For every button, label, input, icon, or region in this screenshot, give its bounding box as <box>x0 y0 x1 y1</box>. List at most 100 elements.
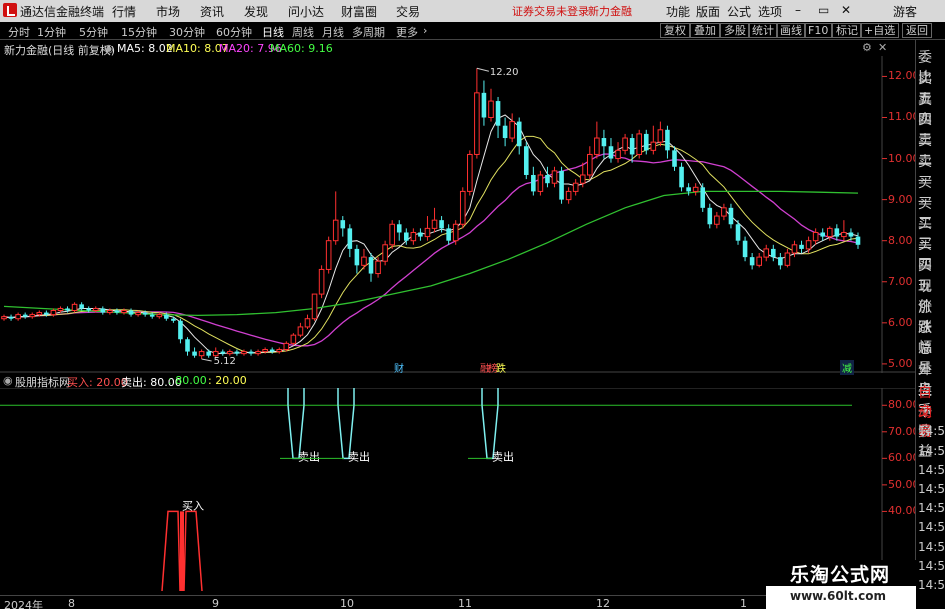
back-button[interactable]: 返回 <box>902 23 932 38</box>
candle <box>841 220 847 241</box>
watermark-url: www.60lt.com <box>790 589 887 603</box>
date-year: 2024年 <box>4 599 43 609</box>
draw-line-button[interactable]: 画线 <box>776 23 806 38</box>
period-daily[interactable]: 日线 <box>262 24 284 40</box>
candlestick-chart[interactable]: 12.20 5.12 <box>0 56 915 373</box>
mark-button[interactable]: 标记 <box>832 23 862 38</box>
maximize-icon[interactable]: ▭ <box>818 3 829 17</box>
candle <box>178 318 183 344</box>
candle <box>8 314 14 321</box>
candle <box>551 166 558 188</box>
guest-button[interactable]: 游客 <box>893 3 917 20</box>
period-30min[interactable]: 30分钟 <box>169 24 205 40</box>
candle <box>572 179 579 196</box>
candle <box>368 253 374 282</box>
candle <box>276 347 283 354</box>
chevron-right-icon[interactable]: › <box>423 24 427 37</box>
overlay-button[interactable]: 叠加 <box>690 23 720 38</box>
menu-market[interactable]: 市场 <box>156 3 180 20</box>
candle <box>714 211 720 229</box>
sell-signal: 卖出 <box>481 388 514 463</box>
menu-market-quotes[interactable]: 行情 <box>112 3 136 20</box>
candle <box>255 349 261 356</box>
candle <box>446 224 451 245</box>
period-5min[interactable]: 5分钟 <box>79 24 108 40</box>
f10-button[interactable]: F10 <box>804 23 833 38</box>
indicator-v2-value: : 20.00 <box>208 374 247 387</box>
candle <box>22 312 28 319</box>
candle <box>608 138 614 163</box>
candle <box>509 113 515 143</box>
candle <box>495 96 501 139</box>
gear-icon[interactable]: ⚙ <box>862 41 872 54</box>
quote-panel-item[interactable]: 14:56 <box>918 556 945 576</box>
candle <box>452 220 459 245</box>
candle <box>220 349 226 356</box>
login-warning[interactable]: 证券交易未登录 <box>512 3 589 19</box>
quote-panel-item[interactable]: 14:56 <box>918 460 945 480</box>
candle <box>227 349 233 356</box>
period-weekly[interactable]: 周线 <box>292 24 314 40</box>
high-label: 12.20 <box>490 67 519 78</box>
period-monthly[interactable]: 月线 <box>322 24 344 40</box>
candle <box>206 349 211 358</box>
date-nov: 11 <box>458 597 472 609</box>
candle <box>742 236 748 262</box>
candle <box>771 244 776 262</box>
candle <box>636 129 643 159</box>
quote-panel-item[interactable]: 14:56 <box>918 517 945 537</box>
quote-panel-item[interactable]: 14:56 <box>918 441 945 461</box>
quote-panel-item[interactable]: 14:56 <box>918 421 945 441</box>
period-intraday[interactable]: 分时 <box>8 24 30 40</box>
quote-panel-item[interactable]: 14:56 <box>918 537 945 557</box>
candle <box>545 166 550 188</box>
candle <box>185 337 190 356</box>
period-1min[interactable]: 1分钟 <box>37 24 66 40</box>
app-logo-icon <box>3 3 17 17</box>
candle <box>784 248 791 268</box>
period-multi[interactable]: 多周期 <box>352 24 385 40</box>
close-small-icon[interactable]: ✕ <box>878 41 887 54</box>
menu-discover[interactable]: 发现 <box>244 3 268 20</box>
adjust-button[interactable]: 复权 <box>660 23 690 38</box>
candle <box>431 207 438 233</box>
candle <box>812 228 819 245</box>
candle <box>410 228 417 245</box>
period-15min[interactable]: 15分钟 <box>121 24 157 40</box>
menu-options[interactable]: 选项 <box>758 3 782 20</box>
add-watchlist-button[interactable]: +自选 <box>860 23 900 38</box>
candle <box>418 228 423 241</box>
minimize-icon[interactable]: – <box>795 3 801 17</box>
quote-panel-item[interactable]: 14:56 <box>918 498 945 518</box>
quote-panel-item[interactable]: 14:56 <box>918 479 945 499</box>
settings-dot-icon[interactable]: ◉ <box>104 42 114 55</box>
low-pointer <box>201 358 212 362</box>
candle <box>565 187 572 204</box>
menu-layout[interactable]: 版面 <box>696 3 720 20</box>
candle <box>318 265 325 299</box>
candle <box>467 150 473 196</box>
buy-signal: 买入 <box>161 499 204 592</box>
indicator-v2-text: 20.00 <box>215 374 247 387</box>
buy-label: 买入 <box>182 499 204 512</box>
menu-wealth[interactable]: 财富圈 <box>341 3 377 20</box>
period-60min[interactable]: 60分钟 <box>216 24 252 40</box>
candle <box>502 117 508 147</box>
menu-ask[interactable]: 问小达 <box>288 3 324 20</box>
multi-stock-button[interactable]: 多股 <box>720 23 750 38</box>
candle <box>171 316 176 323</box>
period-more[interactable]: 更多 <box>396 24 418 40</box>
candle <box>531 166 536 196</box>
quote-panel-item[interactable]: 14:56 <box>918 575 945 595</box>
candle <box>248 349 254 356</box>
app-window: 通达信金融终端 行情 市场 资讯 发现 问小达 财富圈 交易 证券交易未登录 新… <box>0 0 945 609</box>
menu-news[interactable]: 资讯 <box>200 3 224 20</box>
menu-trade[interactable]: 交易 <box>396 3 420 20</box>
candle <box>516 117 522 155</box>
statistics-button[interactable]: 统计 <box>748 23 778 38</box>
candle <box>622 133 628 155</box>
menu-function[interactable]: 功能 <box>666 3 690 20</box>
menu-formula[interactable]: 公式 <box>727 3 751 20</box>
indicator-settings-icon[interactable]: ◉ <box>3 374 13 387</box>
close-icon[interactable]: ✕ <box>841 3 851 17</box>
